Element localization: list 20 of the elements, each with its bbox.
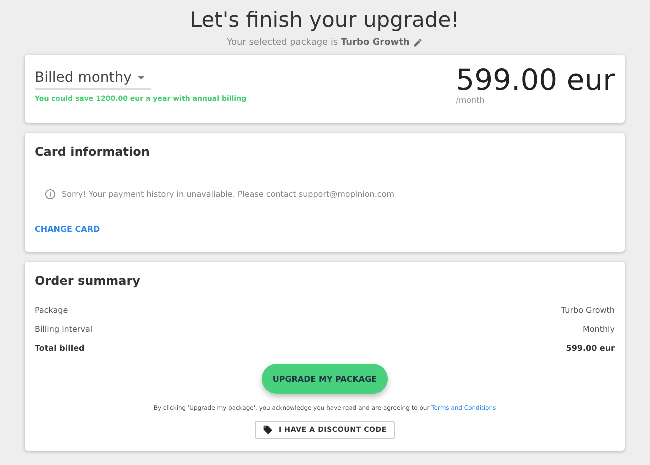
upgrade-button[interactable]: UPGRADE MY PACKAGE <box>262 364 388 394</box>
row-label: Billing interval <box>35 325 93 336</box>
row-label: Total billed <box>35 344 85 355</box>
row-value: 599.00 eur <box>566 344 615 355</box>
price-period: /month <box>456 96 486 105</box>
info-icon <box>45 189 56 200</box>
price: 599.00 eur <box>456 64 615 96</box>
billing-dropdown[interactable]: Billed monthy <box>35 69 151 90</box>
row-value: Monthly <box>582 325 615 336</box>
tag-icon <box>263 425 274 435</box>
caret-icon <box>138 76 145 80</box>
notice-text: Sorry! Your payment history in unavailable. Please contact support@mopinion.com <box>62 190 394 199</box>
summary-title: Order summary <box>35 274 142 288</box>
row-label: Package <box>35 306 68 317</box>
change-card-link[interactable]: CHANGE CARD <box>35 225 100 234</box>
row-value: Turbo Growth <box>561 306 615 317</box>
package-info: Your selected package is Turbo Growth <box>227 38 410 48</box>
pencil-icon[interactable] <box>412 38 423 48</box>
card-title: Card information <box>35 145 151 159</box>
page-title: Let's finish your upgrade! <box>189 7 461 34</box>
